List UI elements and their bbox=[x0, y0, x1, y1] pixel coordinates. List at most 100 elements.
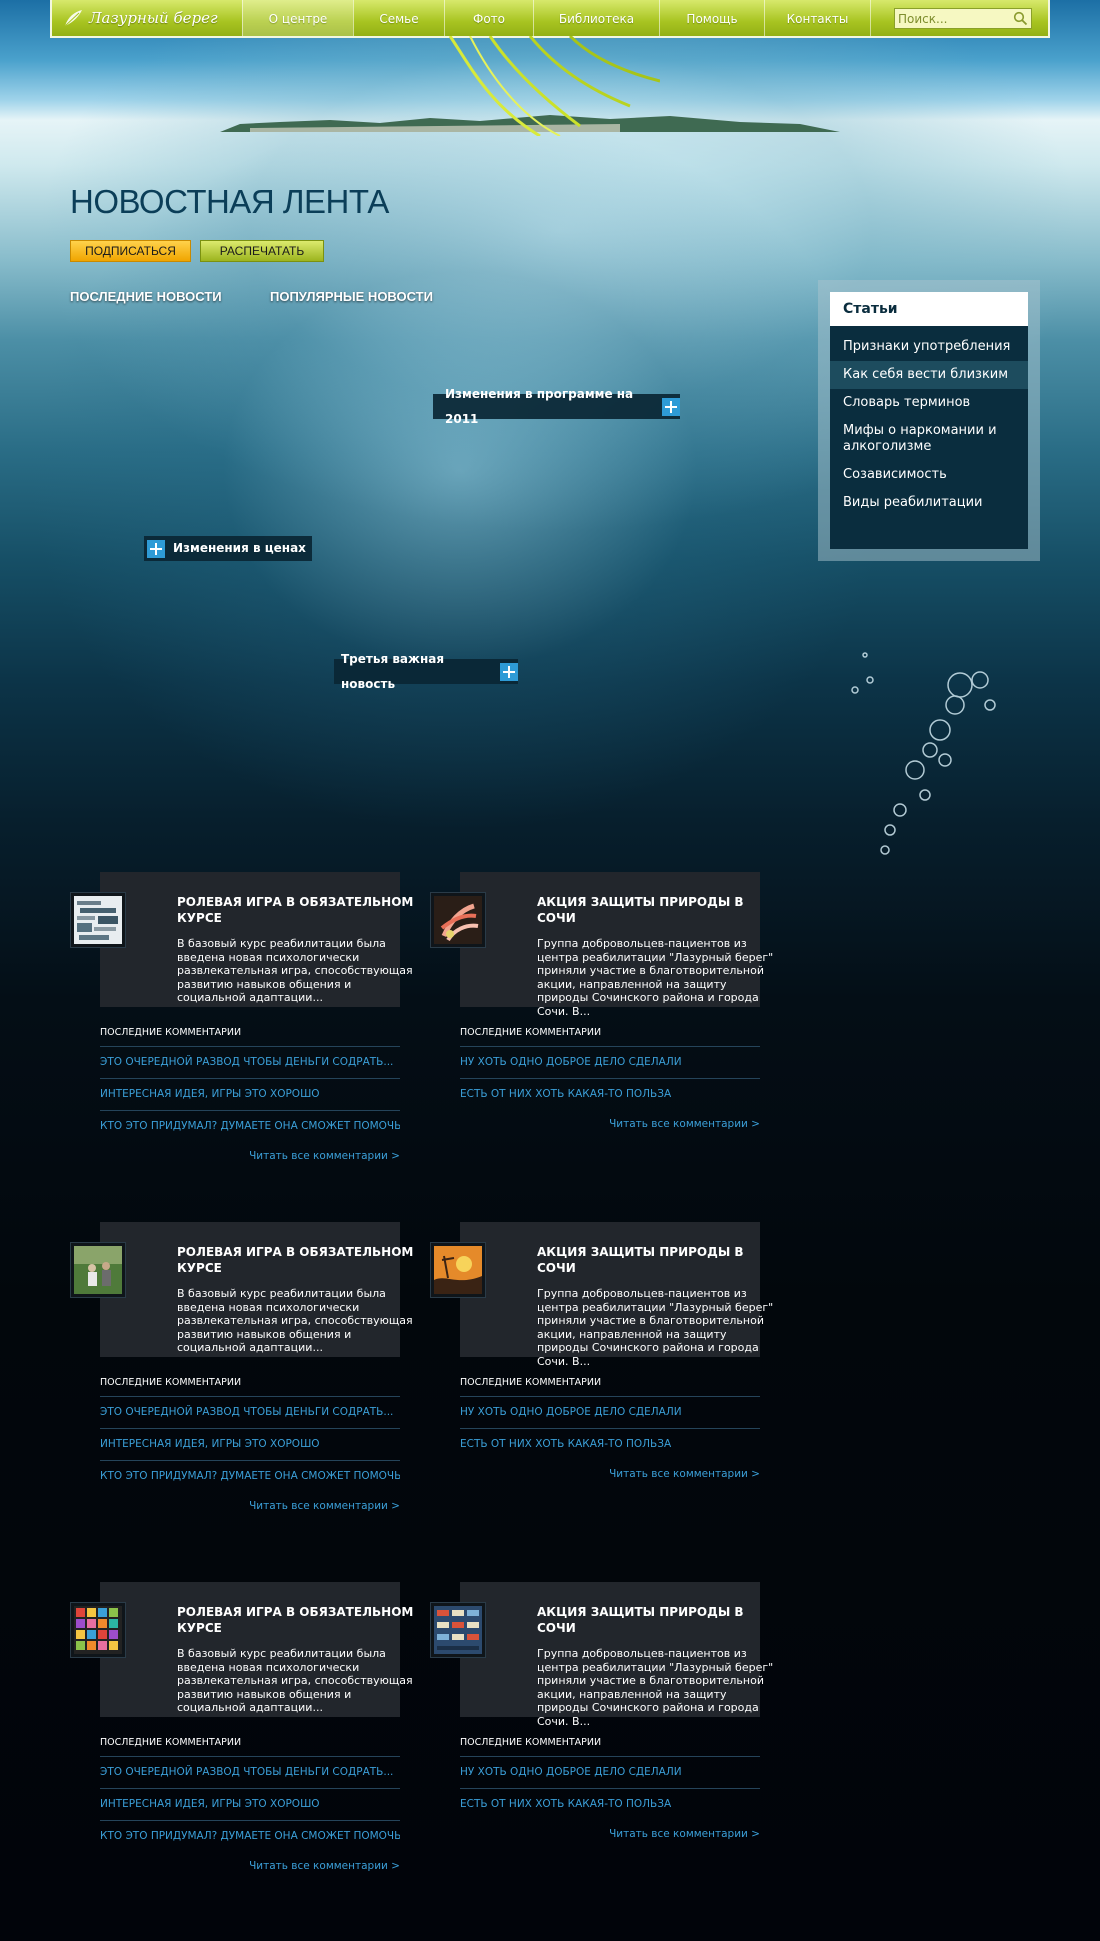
comment-link[interactable]: Это очередной развод чтобы деньги содрат… bbox=[100, 1396, 400, 1428]
sidebar-item-relatives[interactable]: Как себя вести близким bbox=[830, 361, 1028, 389]
comment-link[interactable]: Кто это придумал? Думаете она сможет пом… bbox=[100, 1820, 400, 1852]
comment-link[interactable]: Интересная идея, игры это хорошо bbox=[100, 1428, 400, 1460]
search-input[interactable] bbox=[898, 9, 1008, 28]
site-logo[interactable]: Лазурный берег bbox=[62, 5, 218, 31]
plus-icon[interactable] bbox=[662, 397, 680, 416]
nav-item-contacts[interactable]: Контакты bbox=[764, 0, 871, 36]
article-card: Акция защиты природы в Сочи Группа добро… bbox=[430, 1582, 773, 1840]
articles-sidebar: Статьи Признаки употребления Как себя ве… bbox=[818, 280, 1040, 561]
search-icon[interactable] bbox=[1013, 11, 1028, 26]
comment-link[interactable]: Есть от них хоть какая-то польза bbox=[460, 1078, 760, 1110]
comment-link[interactable]: Интересная идея, игры это хорошо bbox=[100, 1788, 400, 1820]
sidebar-item-myths[interactable]: Мифы о наркомании и алкоголизме bbox=[830, 417, 1028, 461]
article-summary[interactable]: Ролевая игра в обязательном курсе В базо… bbox=[100, 872, 413, 1007]
article-summary[interactable]: Акция защиты природы в Сочи Группа добро… bbox=[460, 872, 773, 1018]
sidebar-item-signs[interactable]: Признаки употребления bbox=[830, 333, 1028, 361]
news-popup-program[interactable]: Изменения в программе на 2011 bbox=[433, 387, 680, 426]
read-all-comments-link[interactable]: Читать все комментарии > bbox=[249, 1500, 400, 1512]
article-summary[interactable]: Акция защиты природы в Сочи Группа добро… bbox=[460, 1222, 773, 1368]
comment-link[interactable]: Ну хоть одно доброе дело сделали bbox=[460, 1756, 760, 1788]
read-all-comments-link[interactable]: Читать все комментарии > bbox=[249, 1860, 400, 1872]
comments-list: Это очередной развод чтобы деньги содрат… bbox=[100, 1756, 400, 1872]
comment-link[interactable]: Это очередной развод чтобы деньги содрат… bbox=[100, 1756, 400, 1788]
article-excerpt: В базовый курс реабилитации была введена… bbox=[177, 1647, 413, 1714]
comments-heading: Последние комментарии bbox=[100, 1737, 242, 1748]
comment-link[interactable]: Есть от них хоть какая-то польза bbox=[460, 1788, 760, 1820]
plus-icon[interactable] bbox=[500, 662, 518, 681]
bubbles-illustration bbox=[851, 652, 996, 855]
nav-item-family[interactable]: Семье bbox=[353, 0, 444, 36]
comment-link[interactable]: Кто это придумал? Думаете она сможет пом… bbox=[100, 1110, 400, 1142]
article-title[interactable]: Ролевая игра в обязательном курсе bbox=[177, 1604, 417, 1636]
nav-item-photo[interactable]: Фото bbox=[444, 0, 533, 36]
print-button[interactable]: РАСПЕЧАТАТЬ bbox=[200, 240, 324, 262]
comments-list: Ну хоть одно доброе дело сделали Есть от… bbox=[460, 1046, 760, 1130]
nav-item-help[interactable]: Помощь bbox=[659, 0, 764, 36]
comments-list: Это очередной развод чтобы деньги содрат… bbox=[100, 1396, 400, 1512]
article-summary[interactable]: Акция защиты природы в Сочи Группа добро… bbox=[460, 1582, 773, 1728]
sunset-illustration-image bbox=[434, 1246, 482, 1294]
sidebar-item-glossary[interactable]: Словарь терминов bbox=[830, 389, 1028, 417]
word-cloud-image bbox=[74, 896, 122, 944]
main-menu: О центре Семье Фото Библиотека Помощь Ко… bbox=[242, 0, 871, 36]
comment-link[interactable]: Интересная идея, игры это хорошо bbox=[100, 1078, 400, 1110]
nav-item-about[interactable]: О центре bbox=[242, 0, 353, 36]
article-thumbnail[interactable] bbox=[70, 1602, 126, 1658]
article-card: Ролевая игра в обязательном курсе В базо… bbox=[70, 872, 413, 1162]
comments-list: Это очередной развод чтобы деньги содрат… bbox=[100, 1046, 400, 1162]
read-all-comments-link[interactable]: Читать все комментарии > bbox=[249, 1150, 400, 1162]
comments-heading: Последние комментарии bbox=[100, 1027, 242, 1038]
article-excerpt: Группа добровольцев-пациентов из центра … bbox=[537, 1287, 774, 1368]
article-title[interactable]: Ролевая игра в обязательном курсе bbox=[177, 894, 417, 926]
news-popup-third[interactable]: Третья важная новость bbox=[334, 652, 518, 691]
mosaic-pattern-image bbox=[74, 1606, 122, 1654]
comments-list: Ну хоть одно доброе дело сделали Есть от… bbox=[460, 1396, 760, 1480]
article-thumbnail[interactable] bbox=[430, 1242, 486, 1298]
article-title[interactable]: Акция защиты природы в Сочи bbox=[537, 1604, 777, 1636]
comments-heading: Последние комментарии bbox=[460, 1027, 602, 1038]
article-excerpt: Группа добровольцев-пациентов из центра … bbox=[537, 937, 774, 1018]
top-navbar: Лазурный берег О центре Семье Фото Библи… bbox=[50, 0, 1050, 38]
comment-link[interactable]: Ну хоть одно доброе дело сделали bbox=[460, 1046, 760, 1078]
read-all-comments-link[interactable]: Читать все комментарии > bbox=[609, 1828, 760, 1840]
article-thumbnail[interactable] bbox=[430, 892, 486, 948]
comment-link[interactable]: Кто это придумал? Думаете она сможет пом… bbox=[100, 1460, 400, 1492]
article-thumbnail[interactable] bbox=[430, 1602, 486, 1658]
article-title[interactable]: Акция защиты природы в Сочи bbox=[537, 1244, 777, 1276]
sidebar-item-rehab-types[interactable]: Виды реабилитации bbox=[830, 489, 1028, 517]
article-title[interactable]: Акция защиты природы в Сочи bbox=[537, 894, 777, 926]
article-card: Ролевая игра в обязательном курсе В базо… bbox=[70, 1582, 413, 1872]
article-title[interactable]: Ролевая игра в обязательном курсе bbox=[177, 1244, 417, 1276]
news-popup-prices[interactable]: Изменения в ценах bbox=[144, 536, 312, 561]
leaf-logo-icon bbox=[64, 10, 82, 27]
sidebar-item-codependency[interactable]: Созависимость bbox=[830, 461, 1028, 489]
article-excerpt: Группа добровольцев-пациентов из центра … bbox=[537, 1647, 774, 1728]
nav-item-library[interactable]: Библиотека bbox=[533, 0, 659, 36]
palm-leaf-illustration bbox=[448, 36, 660, 136]
news-popup-label: Изменения в программе на 2011 bbox=[445, 386, 634, 426]
comments-heading: Последние комментарии bbox=[460, 1737, 602, 1748]
article-summary[interactable]: Ролевая игра в обязательном курсе В базо… bbox=[100, 1222, 413, 1357]
people-outdoor-image bbox=[74, 1246, 122, 1294]
article-summary[interactable]: Ролевая игра в обязательном курсе В базо… bbox=[100, 1582, 413, 1717]
comments-heading: Последние комментарии bbox=[460, 1377, 602, 1388]
plus-icon[interactable] bbox=[147, 539, 165, 558]
read-all-comments-link[interactable]: Читать все комментарии > bbox=[609, 1468, 760, 1480]
article-thumbnail[interactable] bbox=[70, 892, 126, 948]
tab-popular-news[interactable]: ПОПУЛЯРНЫЕ НОВОСТИ bbox=[270, 289, 433, 304]
article-thumbnail[interactable] bbox=[70, 1242, 126, 1298]
comment-link[interactable]: Это очередной развод чтобы деньги содрат… bbox=[100, 1046, 400, 1078]
subscribe-button[interactable]: ПОДПИСАТЬСЯ bbox=[70, 240, 191, 262]
comments-list: Ну хоть одно доброе дело сделали Есть от… bbox=[460, 1756, 760, 1840]
read-all-comments-link[interactable]: Читать все комментарии > bbox=[609, 1118, 760, 1130]
article-card: Акция защиты природы в Сочи Группа добро… bbox=[430, 1222, 773, 1480]
comment-link[interactable]: Есть от них хоть какая-то польза bbox=[460, 1428, 760, 1460]
flower-image bbox=[434, 896, 482, 944]
comment-link[interactable]: Ну хоть одно доброе дело сделали bbox=[460, 1396, 760, 1428]
news-popup-label: Изменения в ценах bbox=[173, 541, 306, 555]
page-title: НОВОСТНАЯ ЛЕНТА bbox=[70, 183, 389, 220]
article-card: Ролевая игра в обязательном курсе В базо… bbox=[70, 1222, 413, 1512]
articles-panel: Статьи Признаки употребления Как себя ве… bbox=[830, 292, 1028, 549]
comments-heading: Последние комментарии bbox=[100, 1377, 242, 1388]
tab-latest-news[interactable]: ПОСЛЕДНИЕ НОВОСТИ bbox=[70, 289, 222, 304]
